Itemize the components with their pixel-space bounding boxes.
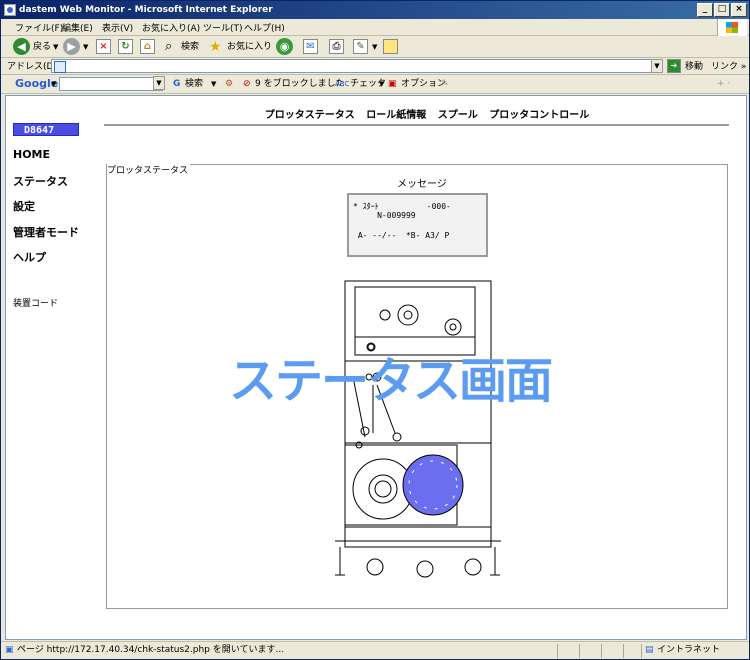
mail-icon[interactable]: ✉ <box>303 39 318 54</box>
sidebar-item-admin-mode[interactable]: 管理者モード <box>13 224 79 240</box>
address-dropdown-icon[interactable]: ▼ <box>651 59 663 73</box>
device-model-badge: D8647 <box>13 123 79 136</box>
nav-spool[interactable]: スプール <box>438 110 478 121</box>
status-bar: ▣ ページ http://172.17.40.34/chk-status2.ph… <box>1 641 749 659</box>
back-dropdown-icon[interactable]: ▼ <box>53 39 58 55</box>
forward-dropdown-icon[interactable]: ▼ <box>83 39 88 55</box>
edit-dropdown-icon[interactable]: ▼ <box>372 39 377 55</box>
security-zone: イントラネット <box>657 645 721 655</box>
favorites-button[interactable]: お気に入り <box>227 39 272 55</box>
status-screen-watermark: ステータス画面 <box>229 353 553 409</box>
options-icon[interactable]: ▣ <box>388 76 397 92</box>
standard-toolbar: ◀ 戻る ▼ ▶ ▼ × ↻ ⌂ ⌕ 検索 ★ お気に入り ◉ ✉ ⎙ ✎ ▼ <box>1 36 749 58</box>
address-label: アドレス(D) <box>7 62 57 72</box>
window-title: dastem Web Monitor - Microsoft Internet … <box>19 5 273 15</box>
nav-plotter-status[interactable]: プロッタステータス <box>265 110 355 121</box>
message-line: N-009999 <box>353 211 416 220</box>
refresh-icon[interactable]: ↻ <box>118 39 133 54</box>
google-search-input[interactable] <box>59 77 163 91</box>
highlight-icon[interactable]: ✎ <box>441 76 449 92</box>
note-icon[interactable] <box>383 39 398 54</box>
google-g-icon: G <box>173 79 181 89</box>
nav-roll-paper-info[interactable]: ロール紙情報 <box>366 110 426 121</box>
message-label: メッセージ <box>397 179 447 190</box>
menu-help[interactable]: ヘルプ(H) <box>244 21 285 34</box>
title-bar: dastem Web Monitor - Microsoft Internet … <box>1 1 749 19</box>
google-toolbar: Google ▼ ▼ G 検索 ▼ ⚙ ⊘ 9 をブロックしました ABC チェ… <box>1 75 749 94</box>
options-button[interactable]: オプション <box>401 76 446 92</box>
search-icon[interactable]: ⌕ <box>165 39 172 55</box>
status-divider <box>601 644 602 658</box>
edit-icon[interactable]: ✎ <box>353 39 368 54</box>
status-divider <box>557 644 558 658</box>
home-icon[interactable]: ⌂ <box>140 39 155 54</box>
spellcheck-dropdown-icon[interactable]: ▼ <box>379 76 384 92</box>
device-code-label: 装置コード <box>13 299 59 309</box>
windows-logo-icon <box>717 19 747 36</box>
back-button[interactable]: 戻る <box>33 39 51 55</box>
plotter-status-panel: プロッタステータス メッセージ * ｽﾀｰﾄ -000- N-009999 A-… <box>106 163 728 609</box>
address-bar: アドレス(D) ▼ ➜ 移動 リンク » <box>1 58 749 75</box>
roll-paper-indicator <box>402 454 464 516</box>
sidebar-item-settings[interactable]: 設定 <box>13 198 35 214</box>
stop-icon[interactable]: × <box>96 39 111 54</box>
menu-file[interactable]: ファイル(F) <box>15 21 63 34</box>
plotter-diagram <box>335 280 501 578</box>
menu-view[interactable]: 表示(V) <box>102 21 133 34</box>
status-divider <box>623 644 624 658</box>
page-loading-icon: ▣ <box>5 645 14 655</box>
popup-blocked-count[interactable]: 9 をブロックしました <box>255 76 345 92</box>
google-toolbar-extra-icon[interactable]: + · <box>717 76 730 92</box>
panel-title: プロッタステータス <box>107 163 191 176</box>
google-search-button[interactable]: 検索 <box>185 76 203 92</box>
links-button[interactable]: リンク » <box>711 59 746 75</box>
status-text: ページ http://172.17.40.34/chk-status2.php … <box>17 645 285 655</box>
intranet-zone-icon: ▤ <box>645 645 654 655</box>
sidebar-item-status[interactable]: ステータス <box>13 173 68 189</box>
spellcheck-icon[interactable]: ABC <box>335 76 349 92</box>
go-arrow-icon[interactable]: ➜ <box>667 59 681 73</box>
google-search-dropdown-arrow-icon[interactable]: ▼ <box>211 76 216 92</box>
address-input[interactable] <box>51 59 663 73</box>
menu-edit[interactable]: 編集(E) <box>62 21 93 34</box>
menu-bar: ファイル(F) 編集(E) 表示(V) お気に入り(A) ツール(T) ヘルプ(… <box>1 19 749 36</box>
maximize-button[interactable]: □ <box>714 3 730 17</box>
popup-block-icon[interactable]: ⊘ <box>243 76 251 92</box>
pagerank-icon[interactable]: ⚙ <box>225 76 233 92</box>
print-icon[interactable]: ⎙ <box>329 39 344 54</box>
menu-tools[interactable]: ツール(T) <box>203 21 243 34</box>
message-line: A- --/-- *B- A3/ P <box>353 231 450 240</box>
status-divider <box>641 644 642 658</box>
search-button[interactable]: 検索 <box>181 39 199 55</box>
ie-app-icon <box>4 4 16 16</box>
google-menu-dropdown-icon[interactable]: ▼ <box>51 76 56 92</box>
top-navigation: プロッタステータス ロール紙情報 スプール プロッタコントロール <box>6 106 748 121</box>
status-divider <box>579 644 580 658</box>
google-search-dropdown-icon[interactable]: ▼ <box>153 76 165 90</box>
back-arrow-icon[interactable]: ◀ <box>13 38 30 55</box>
menu-favorites[interactable]: お気に入り(A) <box>142 21 200 34</box>
nav-plotter-control[interactable]: プロッタコントロール <box>489 110 589 121</box>
sidebar-item-help[interactable]: ヘルプ <box>13 249 46 265</box>
page-content: プロッタステータス ロール紙情報 スプール プロッタコントロール D8647 H… <box>5 95 747 640</box>
sidebar-item-home[interactable]: HOME <box>13 148 50 161</box>
forward-arrow-icon[interactable]: ▶ <box>63 38 80 55</box>
nav-divider <box>104 124 729 126</box>
go-button[interactable]: 移動 <box>685 59 703 75</box>
favorites-star-icon[interactable]: ★ <box>209 39 222 55</box>
message-display: * ｽﾀｰﾄ -000- N-009999 A- --/-- *B- A3/ P <box>347 193 488 257</box>
browser-window: dastem Web Monitor - Microsoft Internet … <box>0 0 750 660</box>
media-icon[interactable]: ◉ <box>276 38 293 55</box>
minimize-button[interactable]: _ <box>697 3 713 17</box>
close-button[interactable]: × <box>731 3 747 17</box>
